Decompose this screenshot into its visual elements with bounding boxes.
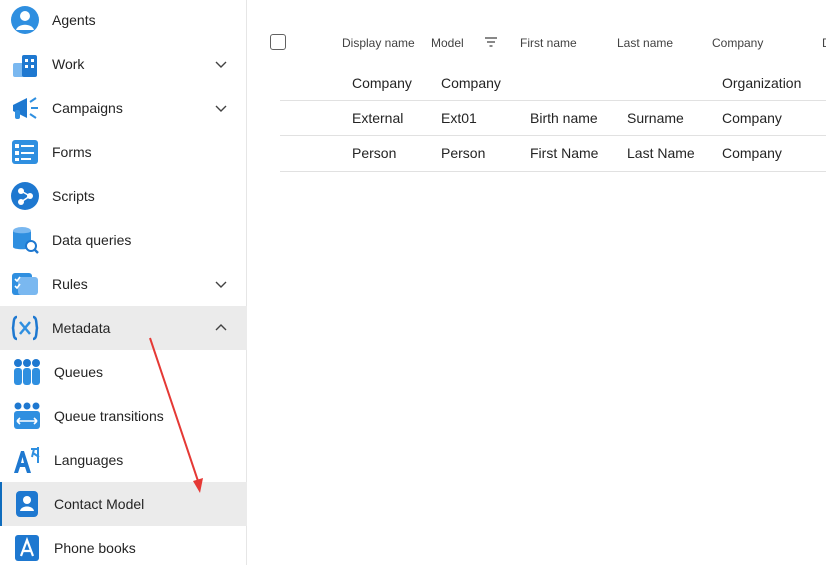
sidebar-nav: Agents Work Campaigns Forms Scripts Data… [0,0,247,565]
chevron-down-icon[interactable] [213,100,229,116]
phone-book-icon [15,535,39,561]
sidebar-item-languages[interactable]: Languages [0,438,247,482]
column-header-last-name[interactable]: Last name [617,36,673,50]
sidebar-item-rules[interactable]: Rules [0,262,247,306]
sidebar-item-label: Queues [54,364,104,380]
table-row[interactable]: Person Person First Name Last Name Compa… [280,145,826,171]
contact-models-table: Display name Model First name Last name … [248,0,826,565]
agent-icon [11,6,39,34]
sidebar-item-queue-transitions[interactable]: Queue transitions [0,394,247,438]
cell-company: Organization [722,75,802,91]
variable-icon [11,315,39,341]
sidebar-item-work[interactable]: Work [0,42,247,86]
rules-icon [12,273,38,295]
queues-icon [14,359,40,385]
megaphone-icon [13,97,38,119]
filter-icon[interactable] [484,35,498,49]
sidebar-item-label: Languages [54,452,124,468]
work-icon [13,55,37,77]
queue-transitions-icon [14,402,40,429]
sidebar-item-label: Work [52,56,85,72]
column-header-display-name[interactable]: Display name [342,36,415,50]
chevron-down-icon[interactable] [213,276,229,292]
sidebar-item-label: Data queries [52,232,132,248]
sidebar-item-label: Scripts [52,188,95,204]
sidebar-item-queues[interactable]: Queues [0,350,247,394]
row-divider [280,135,826,136]
sidebar-item-label: Forms [52,144,92,160]
form-icon [12,140,38,164]
languages-icon [14,447,40,473]
cell-model: Person [441,145,486,161]
sidebar-item-label: Metadata [52,320,111,336]
sidebar-item-label: Contact Model [54,496,145,512]
cell-display-name: Company [352,75,412,91]
cell-first-name: First Name [530,145,599,161]
sidebar-item-scripts[interactable]: Scripts [0,174,247,218]
sidebar-item-label: Agents [52,12,96,28]
column-header-first-name[interactable]: First name [520,36,577,50]
row-divider [280,100,826,101]
sidebar-item-label: Phone books [54,540,136,556]
sidebar-item-forms[interactable]: Forms [0,130,247,174]
sidebar-item-label: Rules [52,276,88,292]
row-divider [280,171,826,172]
table-header: Display name Model First name Last name … [280,30,826,56]
cell-model: Ext01 [441,110,477,126]
cell-company: Company [722,110,782,126]
cell-model: Company [441,75,501,91]
sidebar-item-contact-model[interactable]: Contact Model [0,482,247,526]
sidebar-item-label: Campaigns [52,100,123,116]
sidebar-item-phone-books[interactable]: Phone books [0,526,247,565]
column-header-company[interactable]: Company [712,36,763,50]
cell-last-name: Surname [627,110,684,126]
table-row[interactable]: Company Company Organization [280,75,826,101]
sidebar-item-campaigns[interactable]: Campaigns [0,86,247,130]
cell-display-name: Person [352,145,397,161]
column-header-model[interactable]: Model [431,36,464,50]
cell-last-name: Last Name [627,145,695,161]
sidebar-item-data-queries[interactable]: Data queries [0,218,247,262]
table-row[interactable]: External Ext01 Birth name Surname Compan… [280,110,826,136]
sidebar-item-metadata[interactable]: Metadata [0,306,247,350]
cell-first-name: Birth name [530,110,598,126]
database-search-icon [13,227,39,254]
sidebar-item-agents[interactable]: Agents [0,0,247,42]
contact-card-icon [16,491,38,517]
cell-company: Company [722,145,782,161]
chevron-down-icon[interactable] [213,56,229,72]
script-icon [11,182,39,210]
cell-display-name: External [352,110,404,126]
sidebar-item-label: Queue transitions [54,408,164,424]
column-header-truncated[interactable]: D [822,36,826,50]
chevron-up-icon[interactable] [213,320,229,336]
